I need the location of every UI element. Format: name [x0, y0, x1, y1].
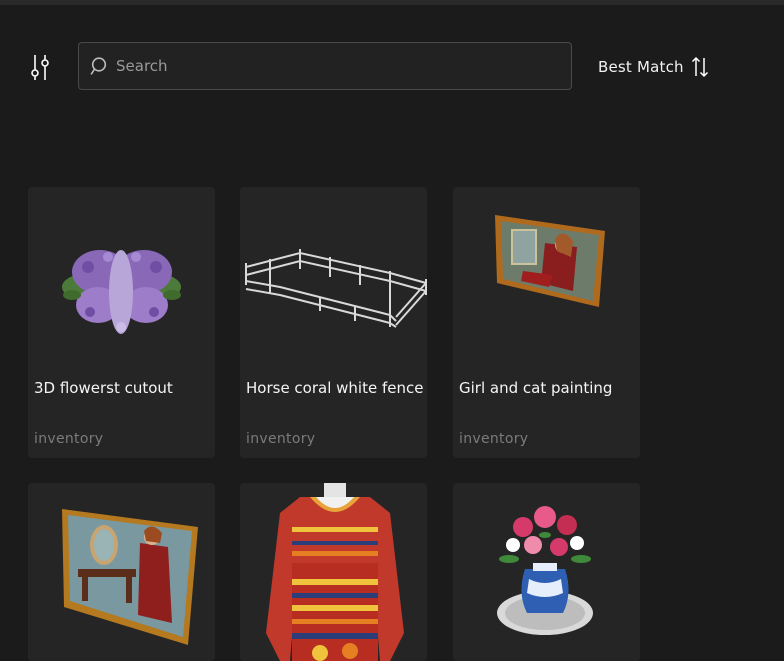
flower-vase-thumbnail	[497, 506, 593, 635]
card-title: 3D flowerst cutout	[34, 379, 173, 397]
card-title: Horse coral white fence	[246, 379, 424, 397]
top-strip	[0, 0, 784, 5]
card-category: inventory	[34, 431, 104, 447]
framed-painting-woman-mirror-thumbnail	[62, 509, 198, 645]
card-category: inventory	[246, 431, 316, 447]
purple-flower-cutout-thumbnail	[62, 250, 181, 334]
framed-painting-girl-cat-thumbnail	[495, 215, 605, 307]
asset-card[interactable]: Girl and cat painting inventory	[453, 187, 640, 458]
patterned-red-dress-thumbnail	[266, 483, 404, 661]
card-title: Girl and cat painting	[459, 379, 613, 397]
sort-label: Best Match	[598, 58, 684, 76]
sliders-icon	[31, 55, 49, 80]
asset-card[interactable]	[453, 483, 640, 661]
asset-card[interactable]	[240, 483, 427, 661]
search-icon	[90, 57, 107, 75]
asset-card[interactable]: 3D flowerst cutout inventory	[28, 187, 215, 458]
white-fence-corral-thumbnail	[245, 249, 427, 328]
search-box[interactable]	[78, 42, 572, 90]
sort-button[interactable]: Best Match	[598, 54, 709, 80]
asset-card[interactable]	[28, 483, 215, 661]
search-input[interactable]	[116, 46, 556, 86]
filter-button[interactable]	[28, 53, 54, 83]
card-category: inventory	[459, 431, 529, 447]
asset-card[interactable]: Horse coral white fence inventory	[240, 187, 427, 458]
sort-arrows-icon	[691, 56, 708, 78]
